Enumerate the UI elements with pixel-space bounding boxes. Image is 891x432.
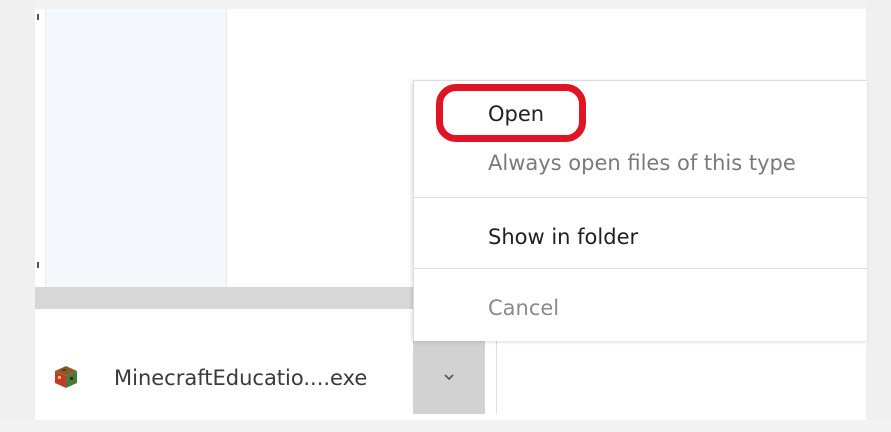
download-context-menu: Open Always open files of this type Show… xyxy=(413,80,867,341)
menu-item-cancel[interactable]: Cancel xyxy=(488,296,559,320)
frame-top xyxy=(0,0,891,9)
download-file-name: MinecraftEducatio....exe xyxy=(114,366,368,390)
download-bar-divider xyxy=(496,340,497,414)
chevron-down-icon xyxy=(444,374,454,381)
page-side-panel xyxy=(46,9,227,287)
menu-item-open[interactable]: Open xyxy=(488,102,544,126)
menu-divider xyxy=(414,268,867,269)
menu-item-always-open[interactable]: Always open files of this type xyxy=(488,151,796,175)
frame-bottom xyxy=(0,420,891,432)
frame-right xyxy=(866,0,891,432)
minecraft-app-icon xyxy=(55,366,77,388)
menu-divider xyxy=(414,197,867,198)
tick-mark-top xyxy=(37,14,39,20)
page-left-strip xyxy=(35,9,46,287)
download-item[interactable]: MinecraftEducatio....exe xyxy=(35,340,413,414)
tick-mark-bottom xyxy=(37,262,39,268)
download-options-button[interactable] xyxy=(413,340,485,414)
menu-item-show-in-folder[interactable]: Show in folder xyxy=(488,225,638,249)
frame-left xyxy=(0,0,35,432)
